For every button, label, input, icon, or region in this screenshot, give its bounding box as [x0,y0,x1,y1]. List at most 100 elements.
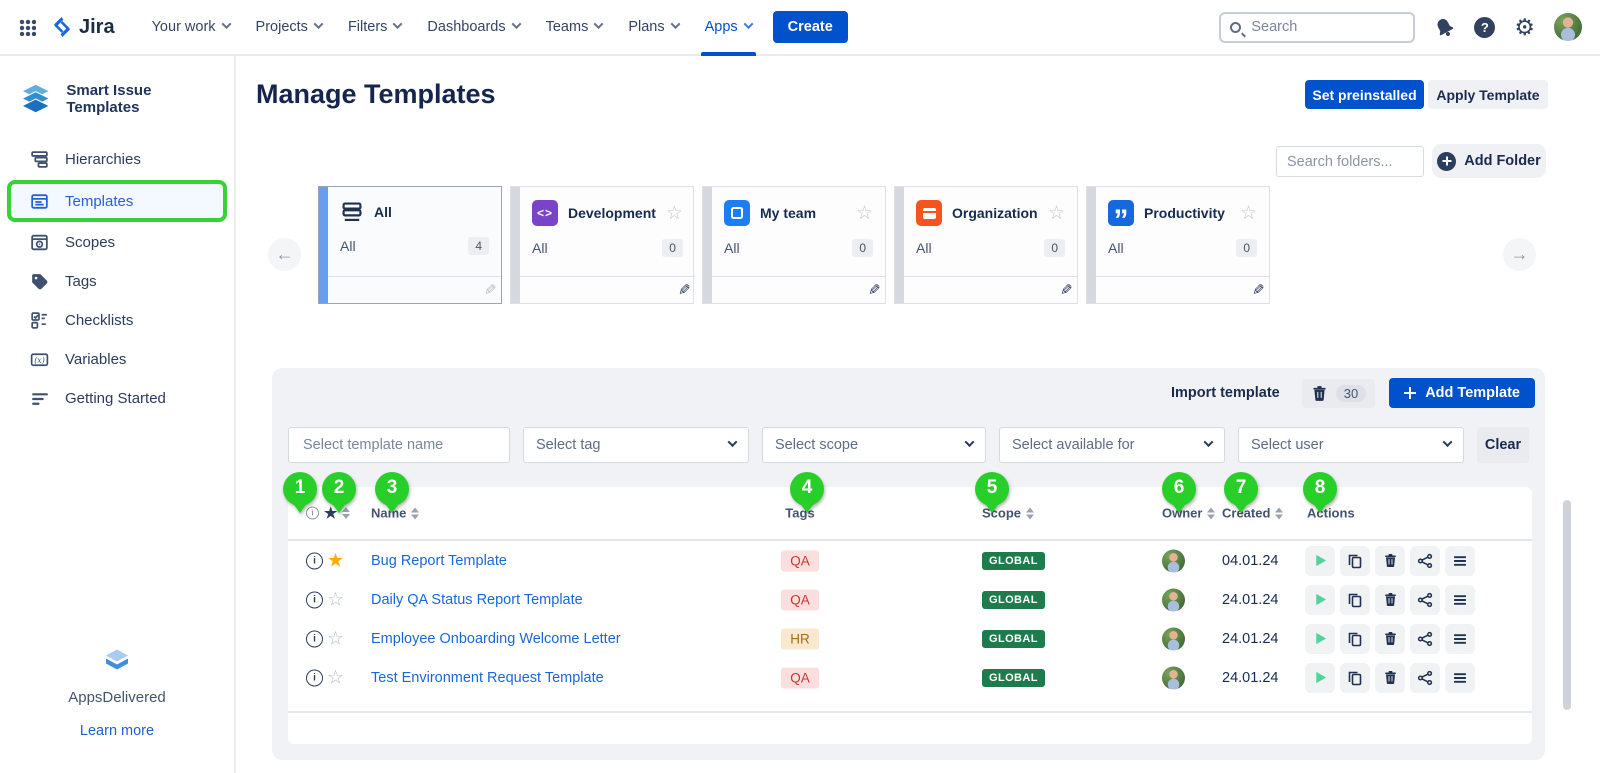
search-folders-input[interactable] [1276,146,1424,177]
info-icon[interactable]: i [306,630,323,647]
vertical-scrollbar[interactable] [1563,500,1571,710]
global-search[interactable] [1219,12,1415,43]
copy-template-button[interactable] [1340,624,1370,654]
sidebar-item-tags[interactable]: Tags [0,262,234,301]
help-icon[interactable]: ? [1474,17,1495,38]
sidebar-item-variables[interactable]: (x) Variables [0,340,234,379]
edit-folder-icon[interactable]: ✎ [670,281,691,299]
app-switcher-grid-icon[interactable] [19,19,36,36]
delete-template-button[interactable] [1375,546,1405,576]
favorite-star-toggle[interactable] [327,588,344,611]
favorite-star-toggle[interactable] [327,627,344,650]
search-input[interactable] [1249,18,1389,36]
share-template-button[interactable] [1410,585,1440,615]
scope-badge: GLOBAL [982,591,1045,609]
share-template-button[interactable] [1410,624,1440,654]
delete-template-button[interactable] [1375,663,1405,693]
folder-card-productivity[interactable]: ” Productivity ☆ All 0 ✎ [1086,186,1270,304]
favorite-star-toggle[interactable] [327,666,344,689]
row-actions [1305,624,1475,654]
info-icon[interactable]: i [306,552,323,569]
nav-menu-item-projects[interactable]: Projects [243,0,335,54]
trash-bin-button[interactable]: 30 [1302,379,1375,408]
nav-menu-item-apps[interactable]: Apps [692,0,765,54]
clear-filters-button[interactable]: Clear [1477,427,1529,463]
more-menu-button[interactable] [1445,663,1475,693]
edit-folder-icon[interactable]: ✎ [1052,281,1073,299]
delete-template-button[interactable] [1375,624,1405,654]
copy-template-button[interactable] [1340,585,1370,615]
filter-tag-select[interactable]: Select tag [523,427,749,463]
owner-avatar[interactable] [1162,627,1185,650]
nav-menu-item-your-work[interactable]: Your work [139,0,243,54]
settings-gear-icon[interactable]: ⚙ [1514,16,1535,39]
edit-folder-icon[interactable]: ✎ [860,281,881,299]
filter-user-select[interactable]: Select user [1238,427,1464,463]
run-template-button[interactable] [1305,663,1335,693]
created-column-header[interactable]: Created [1222,506,1283,521]
info-icon[interactable]: i [306,669,323,686]
run-template-button[interactable] [1305,624,1335,654]
run-template-button[interactable] [1305,585,1335,615]
edit-folder-icon[interactable]: ✎ [476,281,497,299]
copy-template-button[interactable] [1340,663,1370,693]
filter-available-for-select[interactable]: Select available for [999,427,1225,463]
hamburger-menu-icon [1452,553,1468,569]
add-folder-button[interactable]: Add Folder [1432,144,1546,178]
owner-avatar[interactable] [1162,549,1185,572]
template-name-link[interactable]: Test Environment Request Template [371,670,604,686]
favorite-star-icon[interactable]: ☆ [666,204,683,223]
carousel-left-arrow-button[interactable]: ← [268,238,301,271]
trash-icon [1383,553,1398,568]
sidebar-item-templates[interactable]: Templates [7,180,227,222]
filter-template-name[interactable] [288,427,510,463]
template-name-link[interactable]: Daily QA Status Report Template [371,592,583,608]
apply-template-button[interactable]: Apply Template [1428,80,1548,109]
jira-logo[interactable]: Jira [50,15,115,39]
nav-menu-item-teams[interactable]: Teams [533,0,616,54]
set-preinstalled-button[interactable]: Set preinstalled [1305,80,1424,109]
sidebar-item-getting-started[interactable]: Getting Started [0,379,234,418]
nav-menu-item-filters[interactable]: Filters [335,0,414,54]
top-navbar: Jira Your work Projects Filters Dashboar… [0,0,1600,56]
nav-menu-item-dashboards[interactable]: Dashboards [414,0,532,54]
annotation-marker-4: 4 [790,472,824,506]
delete-template-button[interactable] [1375,585,1405,615]
folder-card-my-team[interactable]: My team ☆ All 0 ✎ [702,186,886,304]
sidebar-item-checklists[interactable]: Checklists [0,301,234,340]
filter-scope-select[interactable]: Select scope [762,427,986,463]
share-template-button[interactable] [1410,663,1440,693]
add-template-button[interactable]: Add Template [1389,378,1535,408]
sidebar-item-hierarchies[interactable]: Hierarchies [0,140,234,179]
carousel-right-arrow-button[interactable]: → [1503,238,1536,271]
owner-avatar[interactable] [1162,666,1185,689]
favorite-star-icon[interactable]: ☆ [1048,204,1065,223]
run-template-button[interactable] [1305,546,1335,576]
folder-count-badge: 0 [852,239,873,257]
copy-icon [1347,670,1363,686]
more-menu-button[interactable] [1445,624,1475,654]
template-name-link[interactable]: Employee Onboarding Welcome Letter [371,631,621,647]
template-name-link[interactable]: Bug Report Template [371,553,507,569]
learn-more-link[interactable]: Learn more [0,723,234,739]
nav-menu-item-plans[interactable]: Plans [615,0,691,54]
notifications-bell-icon[interactable] [1431,13,1459,41]
sidebar-item-scopes[interactable]: Scopes [0,223,234,262]
favorite-star-icon[interactable]: ☆ [1240,204,1257,223]
folder-card-development[interactable]: <> Development ☆ All 0 ✎ [510,186,694,304]
favorite-star-toggle[interactable] [327,549,344,572]
template-name-filter-input[interactable] [301,436,497,454]
share-template-button[interactable] [1410,546,1440,576]
folder-card-organization[interactable]: Organization ☆ All 0 ✎ [894,186,1078,304]
more-menu-button[interactable] [1445,585,1475,615]
copy-template-button[interactable] [1340,546,1370,576]
user-avatar[interactable] [1554,13,1582,41]
edit-folder-icon[interactable]: ✎ [1244,281,1265,299]
create-button[interactable]: Create [773,11,848,43]
import-template-button[interactable]: Import template [1171,385,1280,401]
info-icon[interactable]: i [306,591,323,608]
folder-card-all[interactable]: All All 4 ✎ [318,186,502,304]
favorite-star-icon[interactable]: ☆ [856,204,873,223]
more-menu-button[interactable] [1445,546,1475,576]
owner-avatar[interactable] [1162,588,1185,611]
